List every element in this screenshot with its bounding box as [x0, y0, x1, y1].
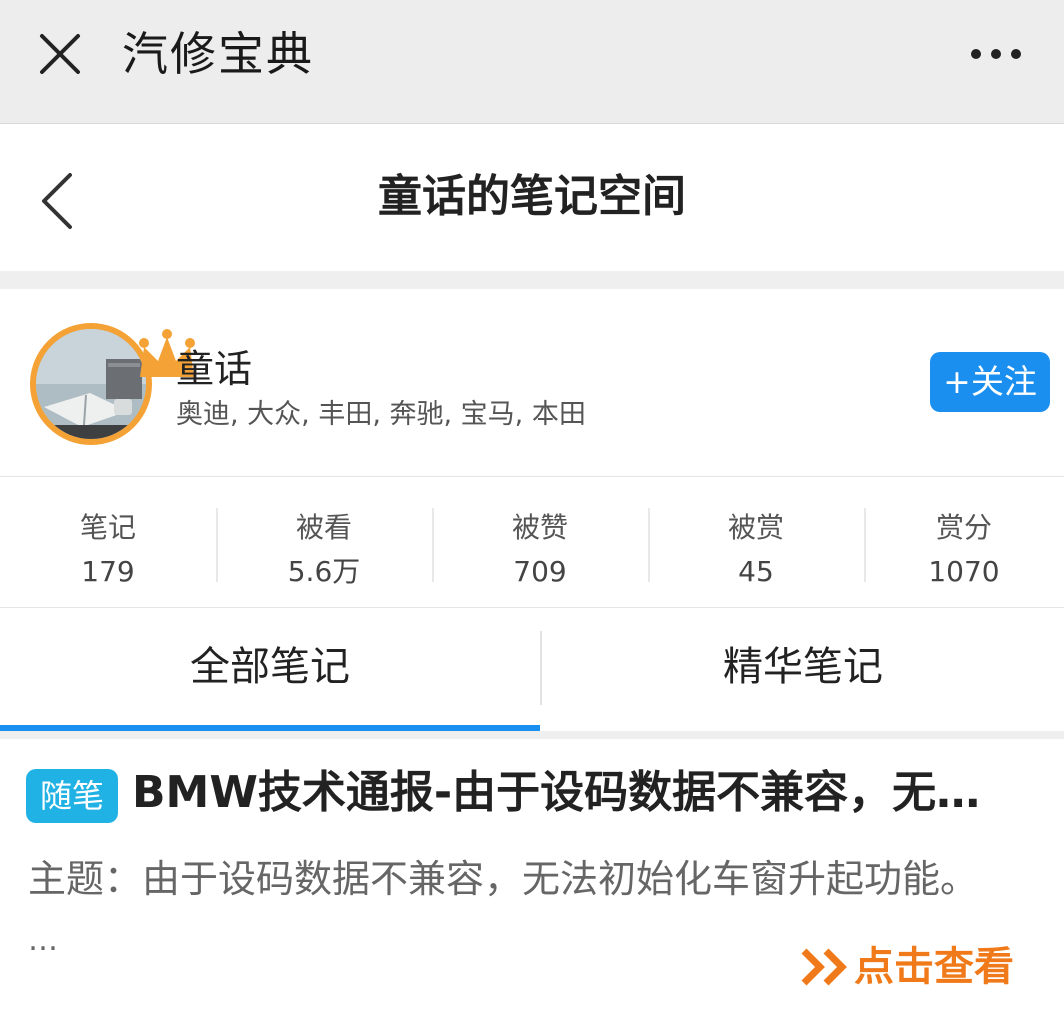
section-gap [0, 271, 1064, 289]
stats-bar: 笔记 179 被看 5.6万 被赞 709 被赏 45 赏分 1070 [0, 478, 1064, 608]
stat-points[interactable]: 赏分 1070 [864, 508, 1064, 592]
note-ellipsis: … [28, 923, 58, 958]
stat-label: 被看 [295, 511, 352, 544]
stat-value: 1070 [928, 555, 1000, 588]
view-note-link[interactable]: 点击查看 [798, 939, 1014, 995]
page-title: 童话的笔记空间 [378, 171, 686, 222]
stat-label: 被赞 [511, 511, 568, 544]
note-summary: 主题：由于设码数据不兼容，无法初始化车窗升起功能。 [28, 857, 979, 901]
follow-button[interactable]: +关注 [930, 352, 1050, 412]
top-bar: 汽修宝典 [0, 0, 1064, 124]
double-chevron-right-icon [798, 945, 854, 989]
stat-rewards[interactable]: 被赏 45 [648, 508, 864, 592]
user-name: 童话 [176, 347, 253, 391]
view-note-label: 点击查看 [854, 944, 1014, 990]
app-title: 汽修宝典 [122, 27, 314, 81]
note-tabs: 全部笔记 精华笔记 [0, 609, 1064, 731]
stat-value: 45 [738, 555, 774, 588]
stat-label: 被赏 [727, 511, 784, 544]
stat-likes[interactable]: 被赞 709 [432, 508, 648, 592]
nav-bar: 童话的笔记空间 [0, 125, 1064, 271]
stat-label: 赏分 [935, 511, 992, 544]
note-title[interactable]: BMW技术通报-由于设码数据不兼容，无… [132, 763, 1032, 823]
more-dots-icon[interactable] [968, 44, 1024, 64]
stat-views[interactable]: 被看 5.6万 [216, 508, 432, 592]
note-list-item[interactable]: 随笔 BMW技术通报-由于设码数据不兼容，无… 主题：由于设码数据不兼容，无法初… [0, 739, 1064, 1020]
stat-value: 179 [81, 555, 135, 588]
stat-notes[interactable]: 笔记 179 [0, 508, 216, 592]
tab-featured-notes[interactable]: 精华笔记 [542, 609, 1064, 725]
stat-label: 笔记 [79, 511, 136, 544]
tab-all-notes[interactable]: 全部笔记 [0, 609, 540, 725]
note-category-badge: 随笔 [26, 769, 118, 823]
profile-card: 童话 奥迪, 大众, 丰田, 奔驰, 宝马, 本田 +关注 [0, 289, 1064, 477]
section-gap [0, 731, 1064, 739]
avatar-container[interactable] [30, 323, 195, 445]
stat-value: 5.6万 [287, 555, 361, 588]
stat-value: 709 [513, 555, 567, 588]
close-icon[interactable] [36, 30, 84, 78]
user-brand-tags: 奥迪, 大众, 丰田, 奔驰, 宝马, 本田 [176, 399, 586, 430]
